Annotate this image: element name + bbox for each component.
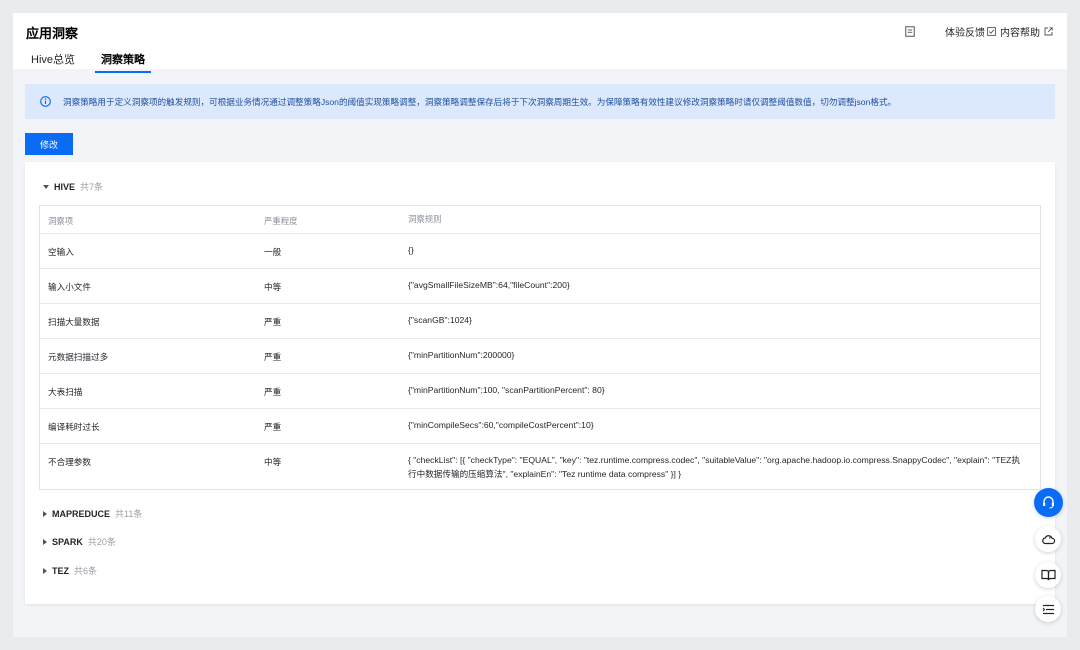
caret-right-icon xyxy=(43,567,47,574)
insight-item: 不合理参数 xyxy=(48,457,91,467)
insight-item: 大表扫描 xyxy=(48,387,83,397)
header-actions: 体验反馈 内容帮助 xyxy=(905,24,1053,39)
severity: 一般 xyxy=(264,247,282,257)
severity: 中等 xyxy=(264,282,282,292)
checkbox-icon xyxy=(987,27,996,36)
group-name: SPARK xyxy=(52,536,83,547)
document-icon[interactable] xyxy=(905,26,915,37)
info-notice: 洞察策略用于定义洞察项的触发规则，可根据业务情况通过调整策略Json的阈值实现策… xyxy=(25,84,1055,119)
headset-icon xyxy=(1043,496,1054,509)
info-icon xyxy=(40,96,51,107)
rule: {"minCompileSecs":60,"compileCostPercent… xyxy=(408,420,594,430)
menu-button[interactable] xyxy=(1035,596,1061,622)
group-name: MAPREDUCE xyxy=(52,508,111,519)
book-icon xyxy=(1040,569,1056,581)
rule: {"scanGB":1024} xyxy=(408,315,472,325)
column-header: 洞察项 xyxy=(48,216,74,226)
cloud-icon xyxy=(1041,534,1055,544)
app-header: 应用洞察 体验反馈 内容帮助 Hive总览 洞察策略 xyxy=(13,13,1067,73)
group-count: 共11条 xyxy=(115,509,143,519)
column-header: 严重程度 xyxy=(264,216,298,226)
group-count: 共7条 xyxy=(80,182,104,192)
insight-item: 元数据扫描过多 xyxy=(48,352,109,362)
feedback-label: 体验反馈 xyxy=(945,28,985,39)
severity: 严重 xyxy=(264,387,282,397)
group-count: 共6条 xyxy=(74,566,98,576)
insight-item: 空输入 xyxy=(48,247,74,257)
group-name: TEZ xyxy=(52,565,69,576)
table-row: 输入小文件 中等 {"avgSmallFileSizeMB":64,"fileC… xyxy=(40,269,1040,304)
support-button[interactable] xyxy=(1034,488,1063,517)
group-header-hive[interactable]: HIVE 共7条 xyxy=(43,180,103,193)
group-name: HIVE xyxy=(54,181,76,192)
rule: { "checkList": [{ "checkType": "EQUAL", … xyxy=(408,455,1021,479)
table-header-row: 洞察项 严重程度 洞察规则 xyxy=(40,206,1040,234)
severity: 中等 xyxy=(264,457,282,467)
cloud-button[interactable] xyxy=(1035,526,1061,552)
external-link-icon xyxy=(1044,27,1053,36)
table-row: 扫描大量数据 严重 {"scanGB":1024} xyxy=(40,304,1040,339)
table-row: 不合理参数 中等 { "checkList": [{ "checkType": … xyxy=(40,444,1040,490)
page: 应用洞察 体验反馈 内容帮助 Hive总览 洞察策略 洞察策略用于定义洞察项的触… xyxy=(13,13,1067,637)
tab-hive-overview[interactable]: Hive总览 xyxy=(31,51,75,71)
help-link[interactable]: 内容帮助 xyxy=(1000,24,1053,39)
group-count: 共20条 xyxy=(87,537,116,547)
severity: 严重 xyxy=(264,422,282,432)
feedback-link[interactable]: 体验反馈 xyxy=(945,24,996,39)
rule: {"avgSmallFileSizeMB":64,"fileCount":200… xyxy=(408,280,570,290)
hive-rules-table: 洞察项 严重程度 洞察规则 空输入 一般 {} 输入小文件 中等 {"avgSm… xyxy=(39,205,1041,490)
table-row: 编译耗时过长 严重 {"minCompileSecs":60,"compileC… xyxy=(40,409,1040,444)
insight-item: 扫描大量数据 xyxy=(48,317,100,327)
page-title: 应用洞察 xyxy=(26,26,79,41)
insight-item: 编译耗时过长 xyxy=(48,422,100,432)
caret-right-icon xyxy=(43,538,47,545)
tab-bar: Hive总览 洞察策略 xyxy=(31,51,171,73)
severity: 严重 xyxy=(264,352,282,362)
caret-down-icon xyxy=(43,184,49,189)
group-header-mapreduce[interactable]: MAPREDUCE 共11条 xyxy=(43,507,142,520)
help-label: 内容帮助 xyxy=(1000,28,1040,39)
rule: {} xyxy=(408,245,414,255)
caret-right-icon xyxy=(43,510,47,517)
notice-text: 洞察策略用于定义洞察项的触发规则，可根据业务情况通过调整策略Json的阈值实现策… xyxy=(63,96,897,107)
strategy-panel: HIVE 共7条 洞察项 严重程度 洞察规则 空输入 一般 {} 输入小文件 中… xyxy=(25,162,1055,604)
rule: {"minPartitionNum":100, "scanPartitionPe… xyxy=(408,385,605,395)
group-header-tez[interactable]: TEZ 共6条 xyxy=(43,564,97,577)
severity: 严重 xyxy=(264,317,282,327)
edit-button[interactable]: 修改 xyxy=(25,133,73,155)
tab-insight-strategy[interactable]: 洞察策略 xyxy=(95,51,152,73)
rule: {"minPartitionNum":200000} xyxy=(408,350,515,360)
column-header: 洞察规则 xyxy=(408,214,442,224)
group-header-spark[interactable]: SPARK 共20条 xyxy=(43,535,116,548)
insight-item: 输入小文件 xyxy=(48,282,91,292)
table-row: 大表扫描 严重 {"minPartitionNum":100, "scanPar… xyxy=(40,374,1040,409)
table-row: 空输入 一般 {} xyxy=(40,234,1040,269)
list-icon xyxy=(1042,604,1054,614)
table-row: 元数据扫描过多 严重 {"minPartitionNum":200000} xyxy=(40,339,1040,374)
docs-button[interactable] xyxy=(1035,562,1061,588)
